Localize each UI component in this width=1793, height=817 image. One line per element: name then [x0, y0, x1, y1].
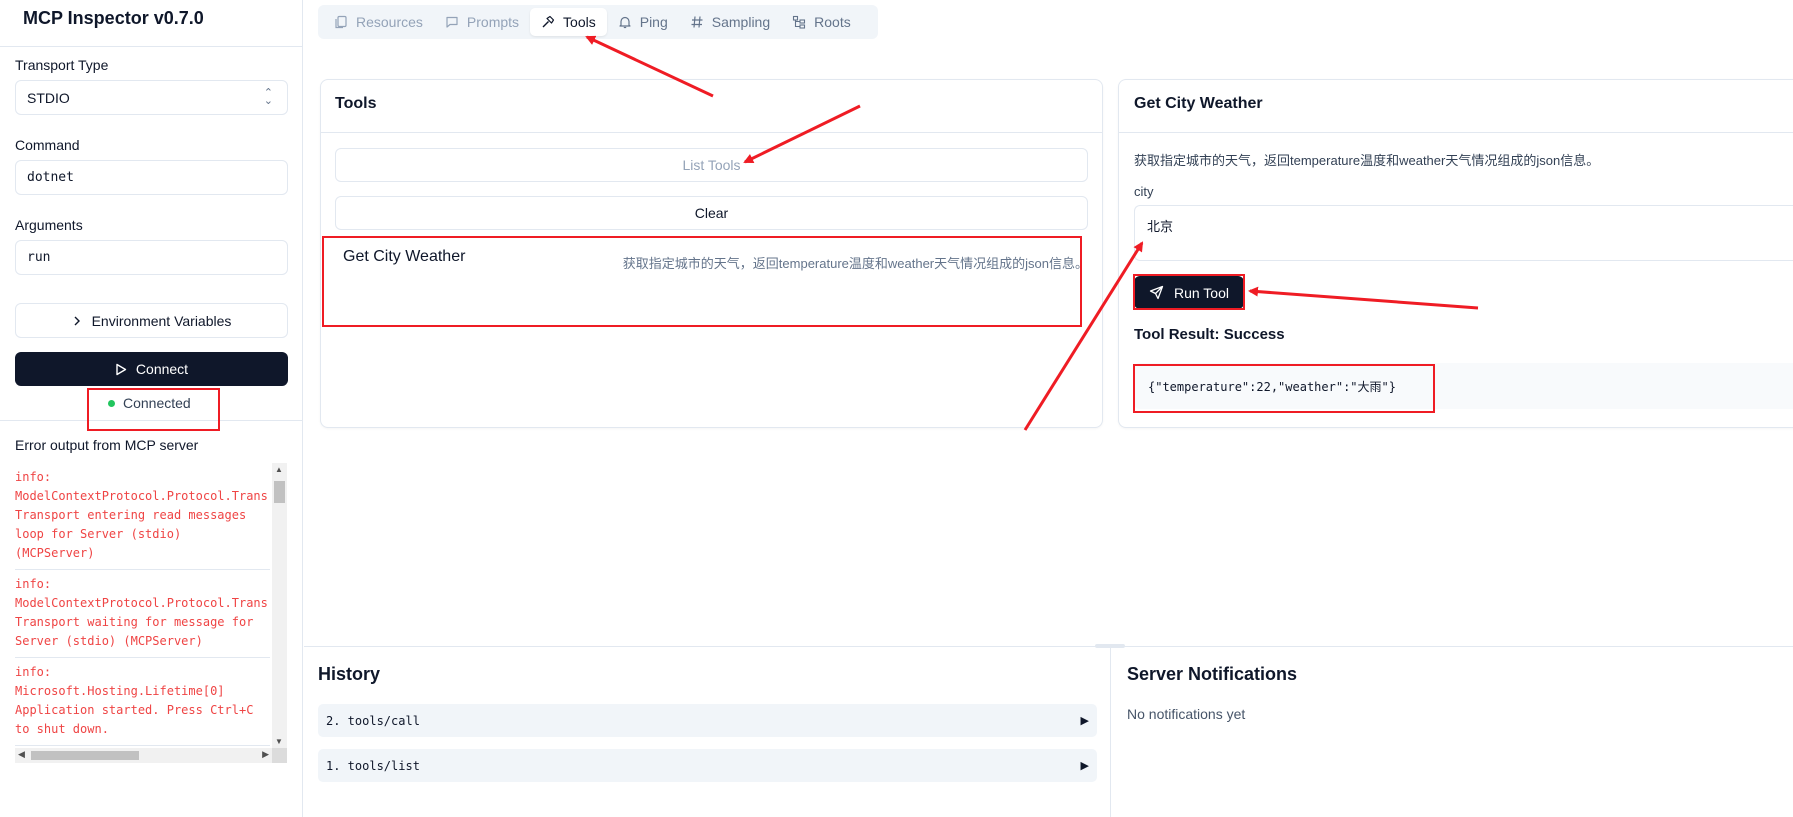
tab-label: Ping: [639, 14, 668, 30]
hammer-icon: [542, 15, 555, 28]
tab-label: Tools: [563, 14, 596, 30]
divider: [0, 46, 303, 47]
scroll-down-arrow-icon[interactable]: ▼: [275, 737, 283, 746]
run-tool-button[interactable]: Run Tool: [1134, 276, 1244, 309]
tab-label: Sampling: [711, 14, 771, 30]
tool-detail-title: Get City Weather: [1134, 95, 1263, 112]
sidebar: MCP Inspector v0.7.0 Transport Type STDI…: [0, 0, 303, 817]
arguments-label: Arguments: [15, 217, 83, 233]
arguments-input[interactable]: run: [15, 240, 288, 275]
log-entry: info: ModelContextProtocol.Protocol.Tran…: [15, 570, 270, 658]
divider: [0, 420, 303, 421]
folder-tree-icon: [793, 15, 806, 29]
tab-bar: Resources Prompts Tools Ping Sampling Ro…: [318, 5, 878, 39]
chevrons-up-down-icon: ⌃ ⌄: [263, 87, 273, 107]
run-tool-label: Run Tool: [1173, 284, 1229, 301]
tool-list-item[interactable]: Get City Weather 获取指定城市的天气，返回temperature…: [335, 238, 1088, 284]
city-input[interactable]: 北京: [1134, 205, 1793, 261]
error-output-title: Error output from MCP server: [15, 437, 199, 453]
tab-prompts[interactable]: Prompts: [434, 8, 530, 36]
connection-status: Connected: [108, 395, 191, 411]
horizontal-scroll-thumb[interactable]: [31, 751, 139, 760]
transport-type-select[interactable]: STDIO ⌃ ⌄: [15, 80, 288, 115]
server-notifications-title: Server Notifications: [1127, 664, 1298, 684]
list-tools-button[interactable]: List Tools: [335, 148, 1088, 182]
tab-ping[interactable]: Ping: [607, 8, 679, 36]
expand-arrow-icon: ▶: [1080, 715, 1089, 727]
divider: [321, 132, 1102, 133]
history-item-label: 2. tools/call: [326, 713, 420, 728]
environment-variables-label: Environment Variables: [91, 312, 232, 329]
history-item[interactable]: 2. tools/call ▶: [318, 704, 1097, 737]
app-title: MCP Inspector v0.7.0: [23, 8, 204, 28]
files-icon: [335, 15, 347, 29]
send-icon: [1149, 285, 1164, 300]
history-item-label: 1. tools/list: [326, 758, 420, 773]
scroll-right-arrow-icon[interactable]: ▶: [262, 749, 269, 760]
tab-roots[interactable]: Roots: [781, 8, 862, 36]
tools-panel: Tools List Tools Clear Get City Weather …: [320, 79, 1103, 428]
command-label: Command: [15, 137, 80, 153]
horizontal-scrollbar[interactable]: ◀ ▶: [15, 748, 272, 763]
log-entry: info: ModelContextProtocol.Protocol.Tran…: [15, 463, 270, 570]
tab-sampling[interactable]: Sampling: [679, 8, 781, 36]
tool-result-title: Tool Result: Success: [1134, 326, 1285, 343]
expand-arrow-icon: ▶: [1080, 760, 1089, 772]
hash-icon: [691, 16, 703, 28]
divider: [1119, 132, 1793, 133]
message-square-icon: [446, 16, 458, 28]
log-entry: info: Microsoft.Hosting.Lifetime[0] Appl…: [15, 658, 270, 746]
command-input[interactable]: dotnet: [15, 160, 288, 195]
history-title: History: [318, 664, 381, 684]
tab-label: Prompts: [466, 14, 520, 30]
tools-panel-title: Tools: [335, 95, 377, 112]
tab-resources[interactable]: Resources: [323, 8, 434, 36]
transport-type-label: Transport Type: [15, 57, 109, 73]
tool-detail-description: 获取指定城市的天气，返回temperature温度和weather天气情况组成的…: [1134, 153, 1600, 168]
chevron-right-icon: [74, 316, 80, 325]
play-icon: [116, 363, 127, 375]
error-log-panel[interactable]: info: ModelContextProtocol.Protocol.Tran…: [15, 463, 287, 766]
city-param-label: city: [1134, 184, 1154, 199]
connection-status-text: Connected: [123, 395, 191, 411]
history-panel: History 2. tools/call ▶ 1. tools/list ▶: [304, 647, 1111, 817]
scrollbar-corner: [272, 748, 287, 763]
tool-description: 获取指定城市的天气，返回temperature温度和weather天气情况组成的…: [622, 256, 1088, 271]
server-notifications-panel: Server Notifications No notifications ye…: [1112, 647, 1793, 817]
tab-label: Roots: [814, 14, 851, 30]
scroll-left-arrow-icon[interactable]: ◀: [18, 749, 25, 760]
transport-type-value: STDIO: [27, 89, 70, 106]
tool-detail-panel: Get City Weather 获取指定城市的天气，返回temperature…: [1118, 79, 1793, 428]
tab-label: Resources: [356, 14, 423, 30]
clear-button[interactable]: Clear: [335, 196, 1088, 230]
log-entries: info: ModelContextProtocol.Protocol.Tran…: [15, 463, 270, 748]
vertical-scrollbar[interactable]: ▲ ▼: [272, 463, 287, 748]
tab-tools[interactable]: Tools: [530, 8, 607, 36]
scroll-up-arrow-icon[interactable]: ▲: [275, 465, 283, 474]
connect-label: Connect: [135, 361, 189, 377]
tool-name: Get City Weather: [343, 248, 466, 265]
vertical-scroll-thumb[interactable]: [274, 481, 285, 503]
connect-button[interactable]: Connect: [15, 352, 288, 386]
tool-result-json: {"temperature":22,"weather":"大雨"}: [1148, 380, 1396, 394]
history-item[interactable]: 1. tools/list ▶: [318, 749, 1097, 782]
bell-icon: [619, 16, 631, 29]
notifications-empty-text: No notifications yet: [1127, 706, 1246, 722]
environment-variables-button[interactable]: Environment Variables: [15, 303, 288, 338]
status-dot-icon: [108, 399, 115, 407]
tool-result-box: {"temperature":22,"weather":"大雨"}: [1134, 363, 1793, 409]
